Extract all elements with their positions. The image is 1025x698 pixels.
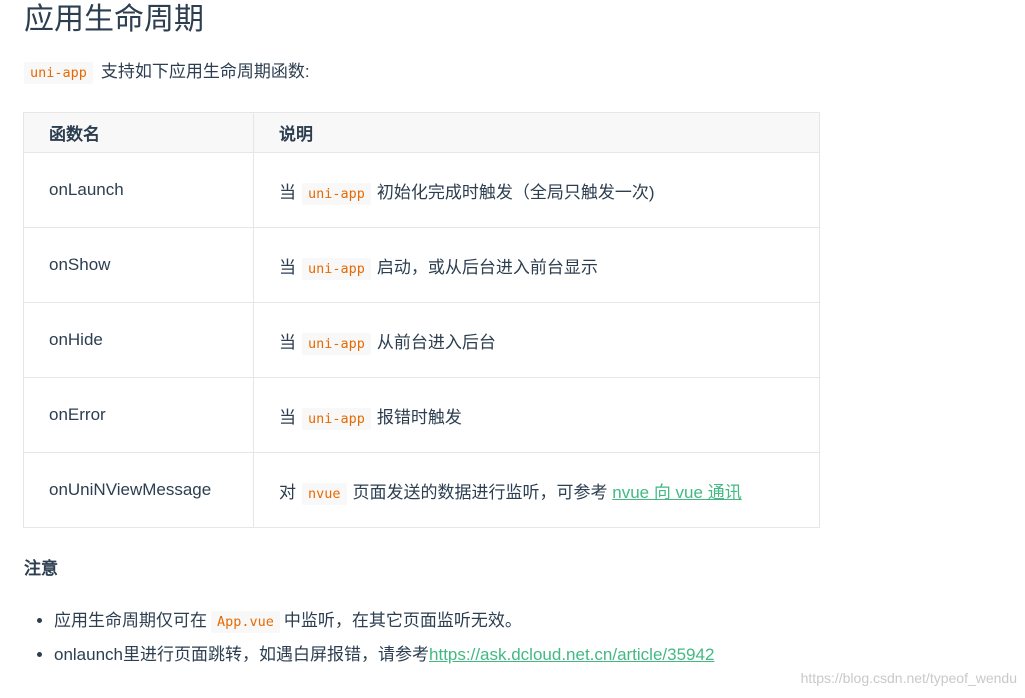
inline-code: uni-app xyxy=(302,182,371,205)
nvue-vue-communication-link[interactable]: nvue 向 vue 通讯 xyxy=(612,483,741,502)
list-item: onlaunch里进行页面跳转，如遇白屏报错，请参考https://ask.dc… xyxy=(54,638,714,672)
function-description: 当 uni-app 启动，或从后台进入前台显示 xyxy=(253,227,820,303)
note-text: 中监听，在其它页面监听无效。 xyxy=(283,611,522,630)
inline-code: uni-app xyxy=(302,407,371,430)
note-text: onlaunch里进行页面跳转，如遇白屏报错，请参考 xyxy=(54,645,430,664)
function-description: 当 uni-app 从前台进入后台 xyxy=(253,302,820,378)
function-description: 当 uni-app 报错时触发 xyxy=(253,377,820,453)
table-row: onError 当 uni-app 报错时触发 xyxy=(23,377,820,453)
desc-text: 报错时触发 xyxy=(376,407,462,427)
function-name: onUniNViewMessage xyxy=(23,452,254,528)
inline-code: uni-app xyxy=(302,257,371,280)
function-name: onShow xyxy=(23,227,254,303)
table-row: onShow 当 uni-app 启动，或从后台进入前台显示 xyxy=(23,227,820,303)
note-heading: 注意 xyxy=(24,559,58,578)
desc-prefix: 当 xyxy=(279,407,296,427)
desc-text: 初始化完成时触发（全局只触发一次) xyxy=(376,182,655,202)
desc-text: 启动，或从后台进入前台显示 xyxy=(376,257,598,277)
column-header-description: 说明 xyxy=(253,112,820,153)
function-name: onHide xyxy=(23,302,254,378)
notes-list: 应用生命周期仅可在App.vue中监听，在其它页面监听无效。 onlaunch里… xyxy=(24,604,714,672)
desc-prefix: 当 xyxy=(279,332,296,352)
function-description: 对 nvue 页面发送的数据进行监听，可参考 nvue 向 vue 通讯 xyxy=(253,452,820,528)
function-description: 当 uni-app 初始化完成时触发（全局只触发一次) xyxy=(253,152,820,228)
intro-paragraph: uni-app 支持如下应用生命周期函数: xyxy=(24,58,310,87)
lifecycle-table: 函数名 说明 onLaunch 当 uni-app 初始化完成时触发（全局只触发一次… xyxy=(23,112,820,528)
function-name: onError xyxy=(23,377,254,453)
intro-text: 支持如下应用生命周期函数: xyxy=(100,62,310,81)
inline-code: uni-app xyxy=(24,62,93,84)
desc-prefix: 当 xyxy=(279,182,296,202)
watermark: https://blog.csdn.net/typeof_wendu xyxy=(800,670,1017,686)
dcloud-article-link[interactable]: https://ask.dcloud.net.cn/article/35942 xyxy=(429,645,714,664)
column-header-function-name: 函数名 xyxy=(23,112,254,153)
desc-text: 从前台进入后台 xyxy=(376,332,496,352)
desc-text: 页面发送的数据进行监听，可参考 xyxy=(352,482,608,502)
list-item: 应用生命周期仅可在App.vue中监听，在其它页面监听无效。 xyxy=(54,604,714,638)
desc-prefix: 对 xyxy=(279,482,296,502)
table-row: onUniNViewMessage 对 nvue 页面发送的数据进行监听，可参考 n… xyxy=(23,452,820,528)
inline-code: nvue xyxy=(302,482,347,505)
inline-code: App.vue xyxy=(211,611,280,633)
table-row: onLaunch 当 uni-app 初始化完成时触发（全局只触发一次) xyxy=(23,152,820,228)
function-name: onLaunch xyxy=(23,152,254,228)
table-header-row: 函数名 说明 xyxy=(23,112,820,153)
inline-code: uni-app xyxy=(302,332,371,355)
table-row: onHide 当 uni-app 从前台进入后台 xyxy=(23,302,820,378)
desc-prefix: 当 xyxy=(279,257,296,277)
note-text: 应用生命周期仅可在 xyxy=(54,611,207,630)
page-title: 应用生命周期 xyxy=(24,3,204,36)
